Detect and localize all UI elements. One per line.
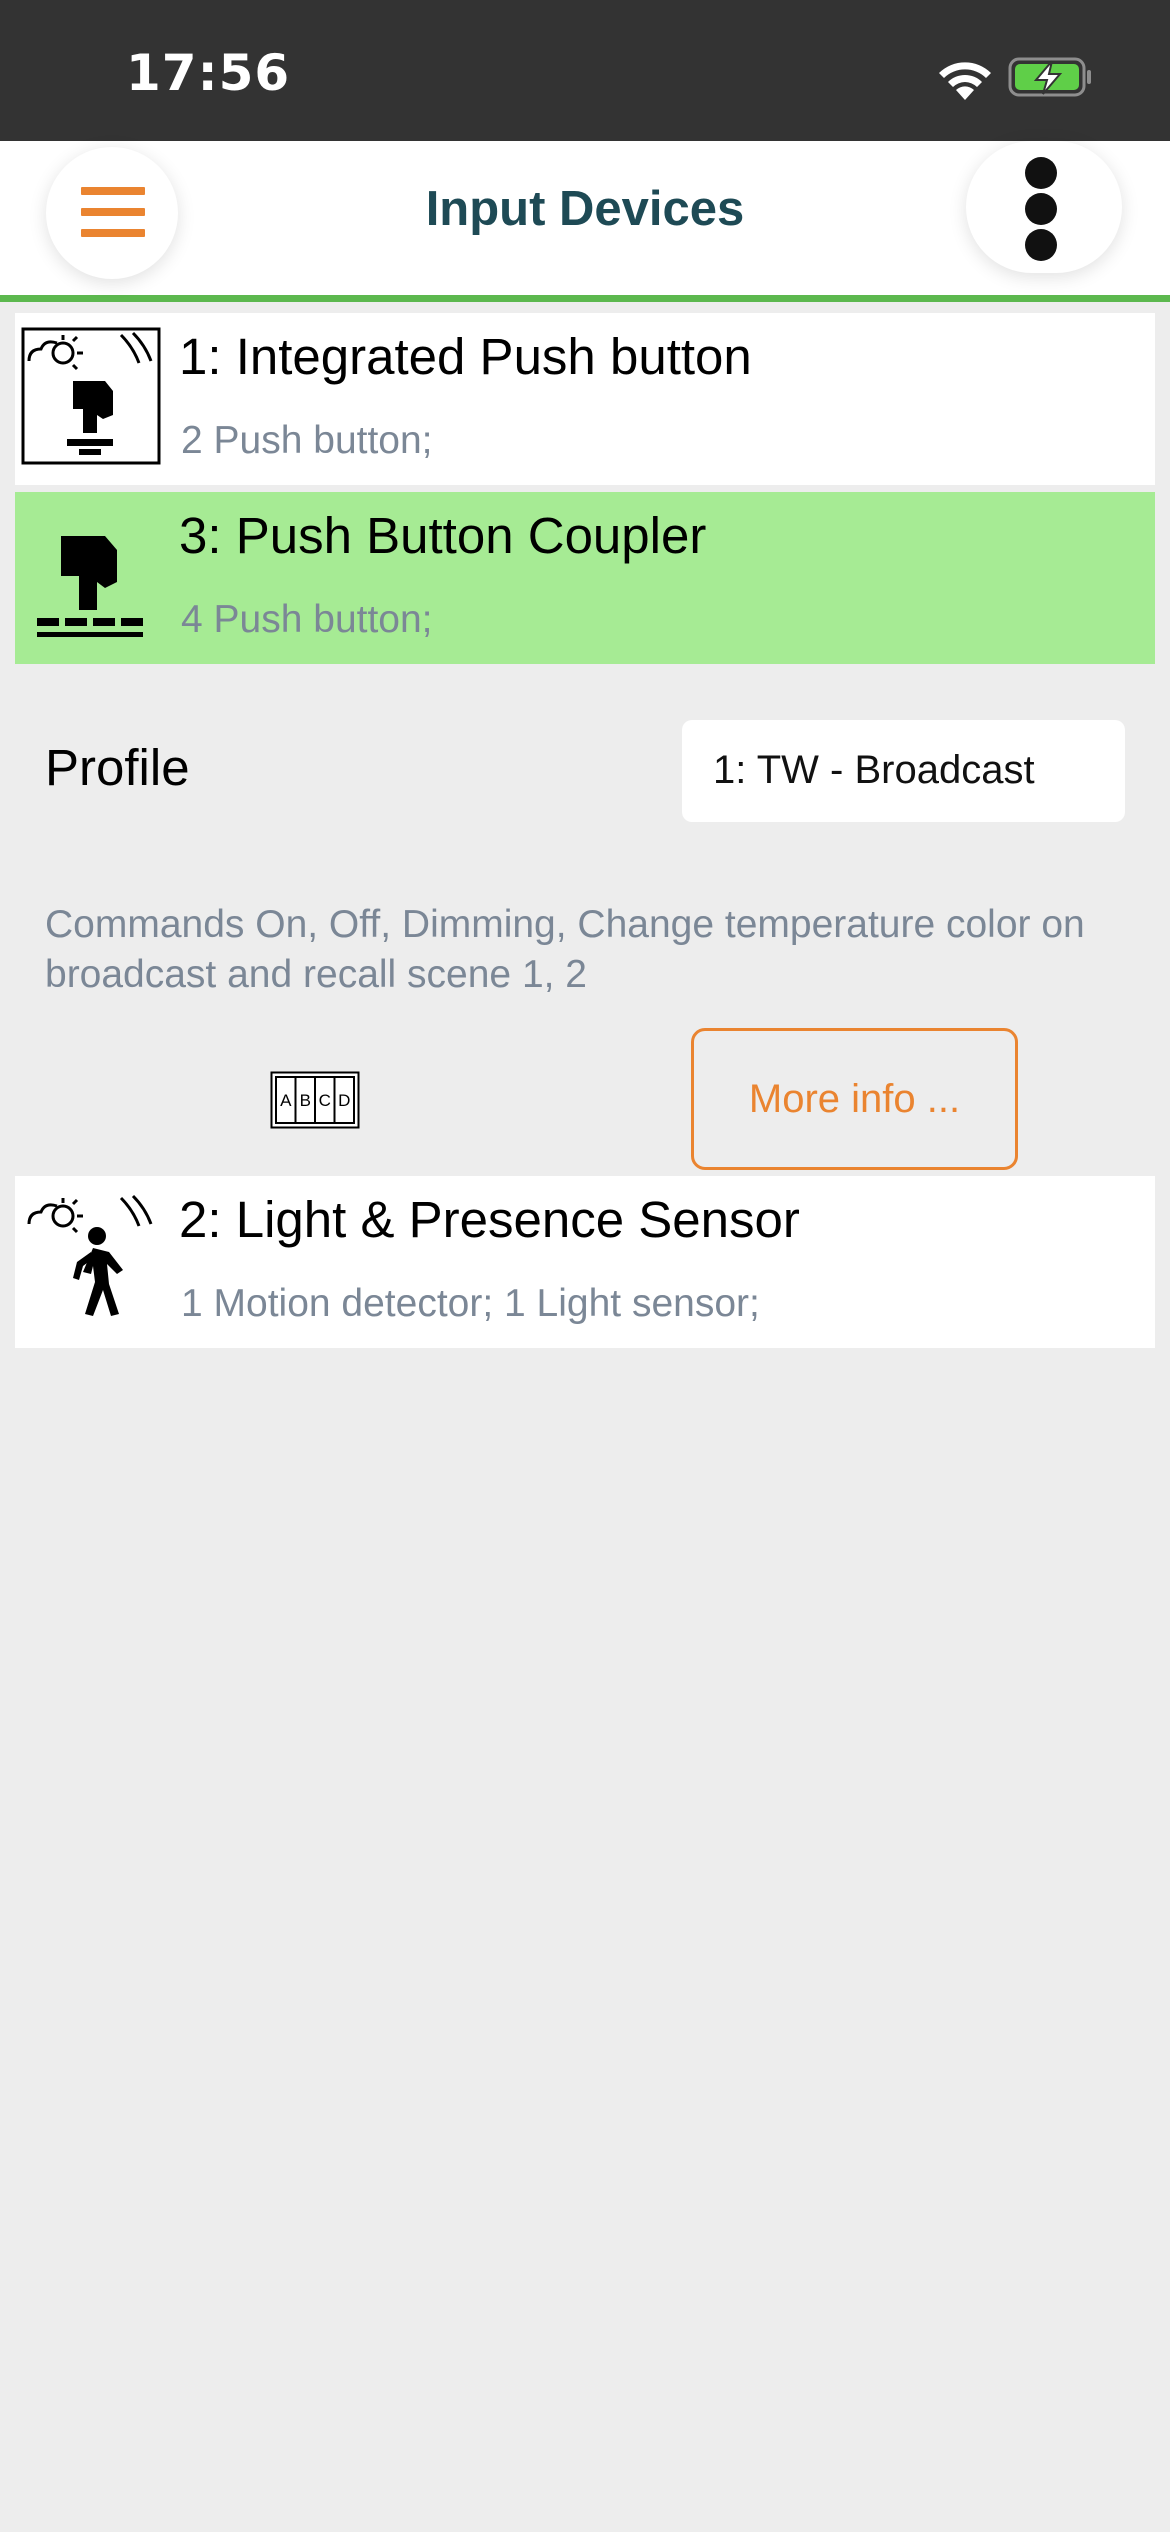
- status-time: 17:56: [126, 44, 291, 102]
- kebab-menu-icon: [1025, 157, 1061, 261]
- device-list-item[interactable]: 1: Integrated Push button 2 Push button;: [15, 313, 1155, 485]
- device-list-item[interactable]: 2: Light & Presence Sensor 1 Motion dete…: [15, 1176, 1155, 1348]
- profile-select[interactable]: 1: TW - Broadcast: [682, 720, 1125, 822]
- profile-description: Commands On, Off, Dimming, Change temper…: [45, 903, 1085, 996]
- more-options-button[interactable]: [966, 141, 1122, 273]
- device-subtitle: 4 Push button;: [181, 598, 433, 641]
- push-button-coupler-icon: [37, 536, 143, 637]
- wifi-icon: [939, 62, 991, 100]
- keypad-letter-d: D: [338, 1091, 350, 1110]
- more-info-button[interactable]: More info ...: [691, 1028, 1018, 1170]
- status-bar: 17:56: [0, 0, 1170, 141]
- keypad-letter-c: C: [319, 1091, 331, 1110]
- device-title: 3: Push Button Coupler: [179, 507, 707, 564]
- app-header: Input Devices: [0, 141, 1170, 302]
- keypad-letter-a: A: [280, 1091, 292, 1110]
- abcd-keypad-icon[interactable]: A B C D: [270, 1071, 360, 1129]
- device-title: 1: Integrated Push button: [179, 328, 752, 385]
- integrated-push-button-icon: [21, 327, 161, 465]
- device-title: 2: Light & Presence Sensor: [179, 1191, 800, 1248]
- light-presence-sensor-icon: [27, 1194, 153, 1316]
- device-subtitle: 1 Motion detector; 1 Light sensor;: [181, 1282, 760, 1325]
- battery-charging-icon: [1008, 57, 1091, 97]
- device-subtitle: 2 Push button;: [181, 419, 433, 462]
- profile-label: Profile: [45, 739, 190, 796]
- keypad-letter-b: B: [300, 1091, 311, 1110]
- device-list-item-selected[interactable]: 3: Push Button Coupler 4 Push button;: [15, 492, 1155, 664]
